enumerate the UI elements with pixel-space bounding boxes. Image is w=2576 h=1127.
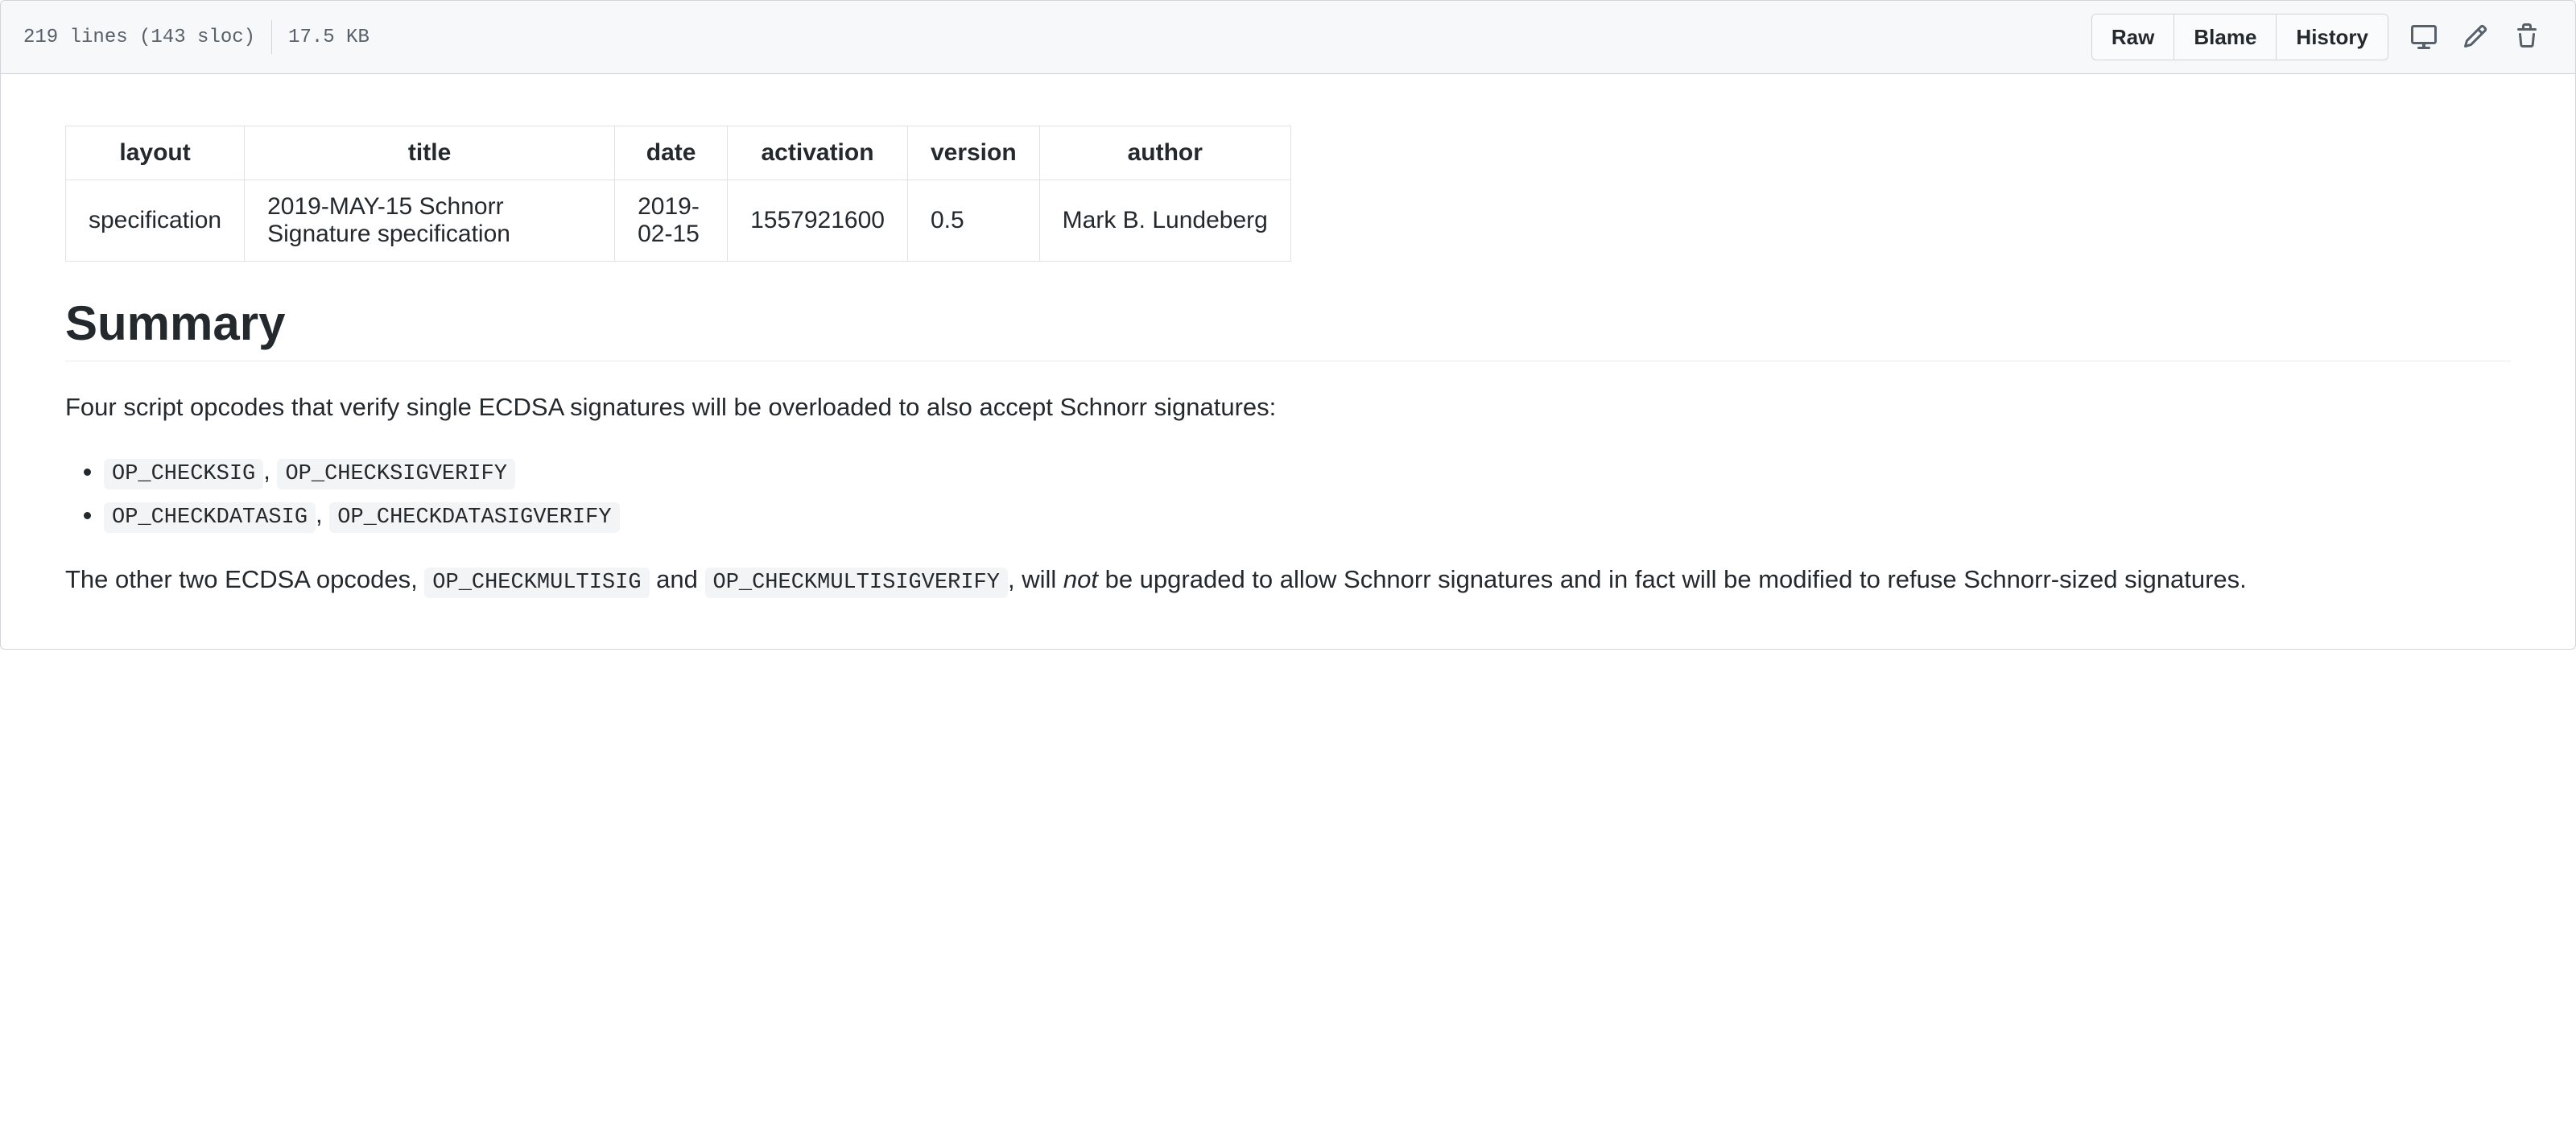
cell-title: 2019-MAY-15 Schnorr Signature specificat… [245, 180, 615, 262]
blame-button[interactable]: Blame [2174, 14, 2277, 60]
trash-icon [2514, 23, 2540, 52]
opcode-list: OP_CHECKSIG, OP_CHECKSIGVERIFY OP_CHECKD… [65, 450, 2511, 537]
file-info-divider [271, 20, 272, 54]
desktop-button[interactable] [2398, 17, 2450, 58]
header-layout: layout [66, 126, 245, 180]
cell-layout: specification [66, 180, 245, 262]
cell-author: Mark B. Lundeberg [1039, 180, 1290, 262]
text: The other two ECDSA opcodes, [65, 565, 424, 593]
line-count: 219 lines (143 sloc) [23, 27, 255, 48]
header-activation: activation [728, 126, 908, 180]
code-opcode: OP_CHECKSIG [104, 459, 263, 489]
summary-paragraph-2: The other two ECDSA opcodes, OP_CHECKMUL… [65, 559, 2511, 601]
header-title: title [245, 126, 615, 180]
cell-date: 2019-02-15 [615, 180, 728, 262]
file-size: 17.5 KB [288, 27, 369, 48]
text: , will [1008, 565, 1063, 593]
pencil-icon [2462, 23, 2488, 52]
file-actions: Raw Blame History [2091, 14, 2553, 60]
history-button[interactable]: History [2276, 14, 2388, 60]
file-info: 219 lines (143 sloc) 17.5 KB [23, 20, 369, 54]
list-item: OP_CHECKSIG, OP_CHECKSIGVERIFY [104, 450, 2511, 493]
markdown-body: layout title date activation version aut… [1, 74, 2575, 649]
header-version: version [907, 126, 1039, 180]
frontmatter-table: layout title date activation version aut… [65, 126, 1291, 262]
desktop-icon [2411, 23, 2437, 52]
code-opcode: OP_CHECKMULTISIGVERIFY [705, 568, 1008, 598]
edit-button[interactable] [2450, 17, 2501, 58]
separator: , [263, 456, 277, 485]
file-box: 219 lines (143 sloc) 17.5 KB Raw Blame H… [0, 0, 2576, 650]
raw-button[interactable]: Raw [2091, 14, 2174, 60]
separator: , [316, 500, 329, 528]
table-row: specification 2019-MAY-15 Schnorr Signat… [66, 180, 1291, 262]
cell-activation: 1557921600 [728, 180, 908, 262]
list-item: OP_CHECKDATASIG, OP_CHECKDATASIGVERIFY [104, 493, 2511, 537]
table-header-row: layout title date activation version aut… [66, 126, 1291, 180]
file-header: 219 lines (143 sloc) 17.5 KB Raw Blame H… [1, 1, 2575, 74]
button-group: Raw Blame History [2091, 14, 2388, 60]
summary-intro: Four script opcodes that verify single E… [65, 387, 2511, 427]
delete-button[interactable] [2501, 17, 2553, 58]
code-opcode: OP_CHECKDATASIGVERIFY [329, 502, 619, 533]
emphasis: not [1063, 565, 1098, 593]
cell-version: 0.5 [907, 180, 1039, 262]
section-heading-summary: Summary [65, 295, 2511, 361]
code-opcode: OP_CHECKMULTISIG [424, 568, 649, 598]
header-date: date [615, 126, 728, 180]
header-author: author [1039, 126, 1290, 180]
code-opcode: OP_CHECKSIGVERIFY [277, 459, 514, 489]
text: and [650, 565, 705, 593]
text: be upgraded to allow Schnorr signatures … [1098, 565, 2247, 593]
code-opcode: OP_CHECKDATASIG [104, 502, 316, 533]
